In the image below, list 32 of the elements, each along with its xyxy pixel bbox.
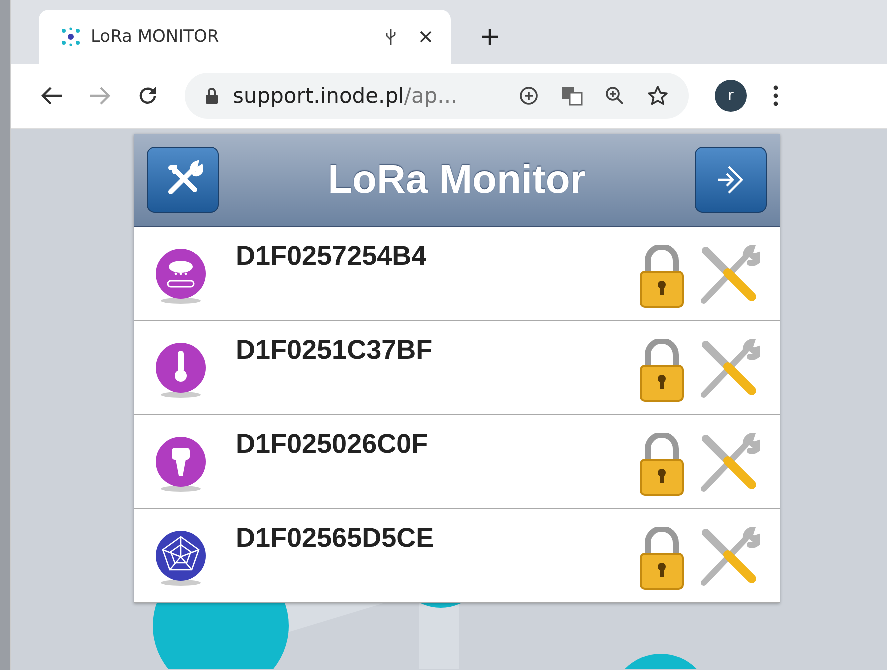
settings-button[interactable]: [147, 147, 219, 213]
padlock-icon[interactable]: [638, 245, 686, 309]
device-row[interactable]: D1F025026C0F: [134, 415, 780, 509]
add-circle-icon[interactable]: [519, 86, 539, 106]
usb-icon: [385, 28, 397, 46]
translate-icon[interactable]: [561, 86, 583, 106]
browser-tab[interactable]: LoRa MONITOR: [39, 10, 451, 64]
star-icon[interactable]: [647, 85, 669, 107]
device-id: D1F0257254B4: [236, 241, 428, 272]
login-button[interactable]: [694, 147, 767, 213]
padlock-icon[interactable]: [638, 527, 686, 591]
padlock-icon[interactable]: [638, 433, 686, 497]
padlock-icon[interactable]: [638, 339, 686, 403]
menu-icon[interactable]: [773, 85, 779, 107]
device-row[interactable]: D1F0251C37BF: [134, 321, 780, 415]
close-icon[interactable]: [419, 30, 433, 44]
app-title: LoRa Monitor: [328, 158, 586, 202]
profile-avatar[interactable]: r: [715, 80, 747, 112]
tab-title: LoRa MONITOR: [91, 27, 220, 47]
address-bar[interactable]: support.inode.pl/ap...: [185, 73, 689, 119]
url-text: support.inode.pl/ap...: [233, 84, 459, 108]
back-icon[interactable]: [41, 86, 63, 106]
device-id: D1F0251C37BF: [236, 335, 434, 366]
device-row[interactable]: D1F02565D5CE: [134, 509, 780, 603]
reload-icon[interactable]: [137, 85, 159, 107]
dots-icon: [61, 27, 81, 47]
zoom-icon[interactable]: [605, 86, 625, 106]
device-id: D1F02565D5CE: [236, 523, 436, 554]
device-row[interactable]: D1F0257254B4: [134, 227, 780, 321]
new-tab-icon[interactable]: [481, 28, 499, 46]
device-id: D1F025026C0F: [236, 429, 430, 460]
lock-icon: [205, 87, 219, 105]
